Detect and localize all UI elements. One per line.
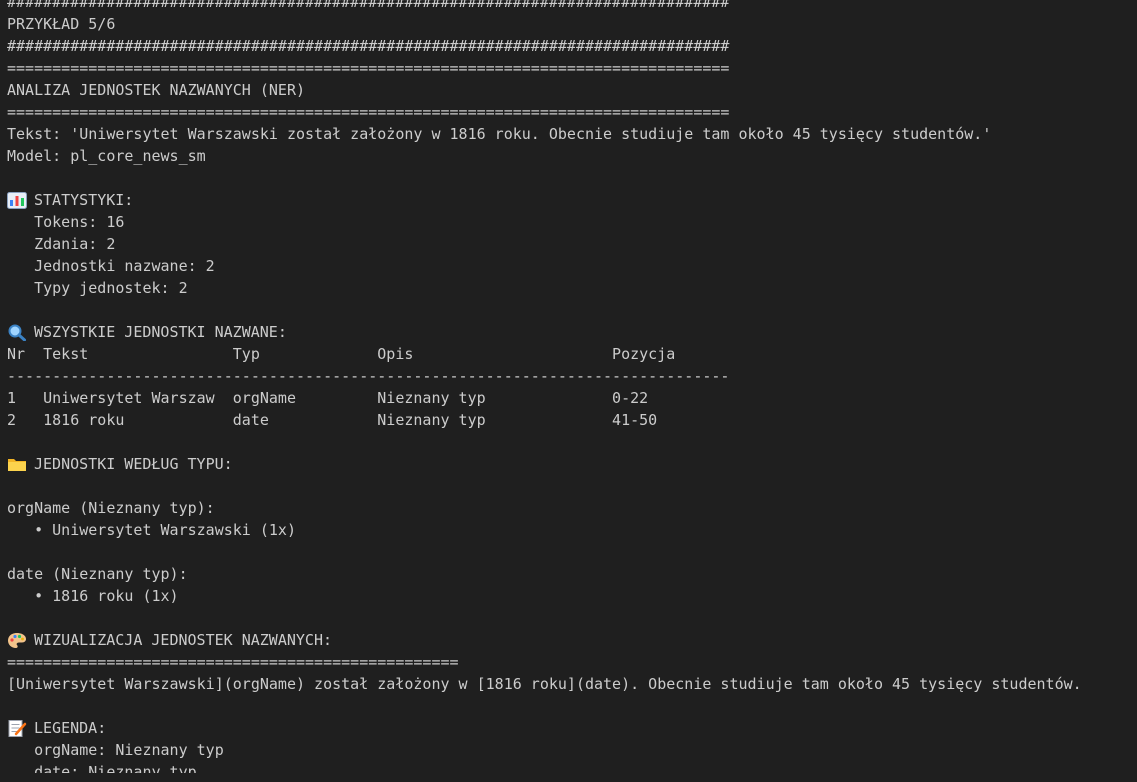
output-line-text: JEDNOSTKI WEDŁUG TYPU: [34,455,233,473]
output-line-text: ########################################… [7,37,730,55]
output-line-text: WIZUALIZACJA JEDNOSTEK NAZWANYCH: [34,631,333,649]
output-line: ########################################… [7,35,1137,57]
output-line: ========================================… [7,57,1137,79]
output-line: LEGENDA: [7,717,1137,739]
output-line-text: ----------------------------------------… [7,367,730,385]
output-line: date: Nieznany typ [7,761,1137,773]
output-line-text: PRZYKŁAD 5/6 [7,15,116,33]
output-line-text: Nr Tekst Typ Opis Pozycja [7,345,676,363]
output-line: Model: pl_core_news_sm [7,145,1137,167]
output-line-text: ========================================… [7,103,730,121]
memo-icon [7,720,29,737]
output-line-text: ========================================… [7,59,730,77]
output-line-text: ANALIZA JEDNOSTEK NAZWANYCH (NER) [7,81,306,99]
output-line-text: • Uniwersytet Warszawski (1x) [7,521,296,539]
output-line-text: Zdania: 2 [7,235,116,253]
output-line-text: ========================================… [7,653,459,671]
output-line: • 1816 roku (1x) [7,585,1137,607]
output-line: orgName: Nieznany typ [7,739,1137,761]
output-line: ----------------------------------------… [7,365,1137,387]
output-line-text: orgName: Nieznany typ [7,741,224,759]
terminal-output[interactable]: ########################################… [0,0,1137,773]
output-line: Jednostki nazwane: 2 [7,255,1137,277]
output-line: Tokens: 16 [7,211,1137,233]
output-line: STATYSTYKI: [7,189,1137,211]
output-line-text: Typy jednostek: 2 [7,279,188,297]
output-line: JEDNOSTKI WEDŁUG TYPU: [7,453,1137,475]
output-line: ========================================… [7,651,1137,673]
output-line-text: WSZYSTKIE JEDNOSTKI NAZWANE: [34,323,287,341]
output-line-text: 1 Uniwersytet Warszaw orgName Nieznany t… [7,389,649,407]
output-line: 1 Uniwersytet Warszaw orgName Nieznany t… [7,387,1137,409]
output-line-text: [Uniwersytet Warszawski](orgName) został… [7,675,1082,693]
output-line-text: date: Nieznany typ [7,763,197,773]
folder-icon [7,456,29,472]
output-line: Nr Tekst Typ Opis Pozycja [7,343,1137,365]
output-line: ########################################… [7,0,1137,13]
output-line: [Uniwersytet Warszawski](orgName) został… [7,673,1137,695]
output-line: ========================================… [7,101,1137,123]
output-line-text: LEGENDA: [34,719,107,737]
output-line-text: STATYSTYKI: [34,191,134,209]
output-line-text: • 1816 roku (1x) [7,587,179,605]
output-line: • Uniwersytet Warszawski (1x) [7,519,1137,541]
output-line-text: ########################################… [7,0,730,11]
output-line-text: Tekst: 'Uniwersytet Warszawski został za… [7,125,992,143]
output-line-text: Model: pl_core_news_sm [7,147,206,165]
output-line-text: Tokens: 16 [7,213,125,231]
output-line: Tekst: 'Uniwersytet Warszawski został za… [7,123,1137,145]
output-line: ANALIZA JEDNOSTEK NAZWANYCH (NER) [7,79,1137,101]
output-line: 2 1816 roku date Nieznany typ 41-50 [7,409,1137,431]
output-line: PRZYKŁAD 5/6 [7,13,1137,35]
output-line-text: orgName (Nieznany typ): [7,499,215,517]
output-line: date (Nieznany typ): [7,563,1137,585]
output-line: Zdania: 2 [7,233,1137,255]
output-line: orgName (Nieznany typ): [7,497,1137,519]
output-line: WSZYSTKIE JEDNOSTKI NAZWANE: [7,321,1137,343]
palette-icon [7,632,29,648]
output-line-text: 2 1816 roku date Nieznany typ 41-50 [7,411,658,429]
output-line: Typy jednostek: 2 [7,277,1137,299]
magnifier-icon [7,324,29,341]
bar-chart-icon [7,192,29,209]
output-line: WIZUALIZACJA JEDNOSTEK NAZWANYCH: [7,629,1137,651]
output-line-text: date (Nieznany typ): [7,565,188,583]
output-line-text: Jednostki nazwane: 2 [7,257,215,275]
